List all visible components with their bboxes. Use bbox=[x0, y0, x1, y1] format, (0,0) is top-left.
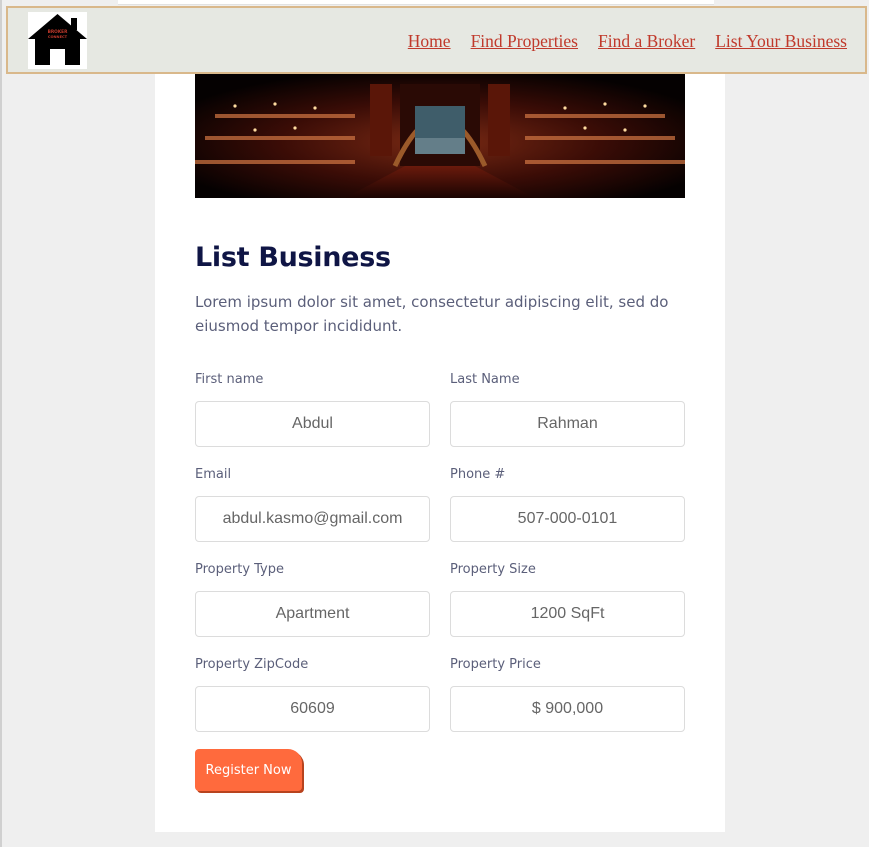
page-title: List Business bbox=[195, 242, 391, 273]
nav-link-home[interactable]: Home bbox=[408, 31, 451, 52]
property-type-label: Property Type bbox=[195, 562, 285, 577]
property-type-field: Property Type Apartment bbox=[195, 562, 430, 637]
nav-links: Home Find Properties Find a Broker List … bbox=[408, 31, 847, 52]
property-price-field: Property Price $ 900,000 bbox=[450, 657, 685, 732]
nav-link-find-properties[interactable]: Find Properties bbox=[471, 31, 578, 52]
property-price-label: Property Price bbox=[450, 657, 541, 672]
first-name-input[interactable]: Abdul bbox=[195, 401, 430, 447]
property-zipcode-field: Property ZipCode 60609 bbox=[195, 657, 430, 732]
window-edge bbox=[0, 0, 2, 847]
first-name-label: First name bbox=[195, 372, 264, 387]
form-card: List Business Lorem ipsum dolor sit amet… bbox=[155, 74, 725, 832]
property-type-input[interactable]: Apartment bbox=[195, 591, 430, 637]
last-name-field: Last Name Rahman bbox=[450, 372, 685, 447]
property-price-input[interactable]: $ 900,000 bbox=[450, 686, 685, 732]
first-name-field: First name Abdul bbox=[195, 372, 430, 447]
intro-text: Lorem ipsum dolor sit amet, consectetur … bbox=[195, 293, 669, 335]
phone-label: Phone # bbox=[450, 467, 506, 482]
last-name-label: Last Name bbox=[450, 372, 520, 387]
email-field: Email abdul.kasmo@gmail.com bbox=[195, 467, 430, 542]
email-input[interactable]: abdul.kasmo@gmail.com bbox=[195, 496, 430, 542]
last-name-input[interactable]: Rahman bbox=[450, 401, 685, 447]
property-size-label: Property Size bbox=[450, 562, 536, 577]
phone-input[interactable]: 507-000-0101 bbox=[450, 496, 685, 542]
navbar: BROKER CONNECT Home Find Properties Find… bbox=[6, 6, 867, 74]
property-zipcode-input[interactable]: 60609 bbox=[195, 686, 430, 732]
nav-link-list-your-business[interactable]: List Your Business bbox=[715, 31, 847, 52]
hero-image bbox=[195, 74, 685, 198]
property-zipcode-label: Property ZipCode bbox=[195, 657, 309, 672]
logo-text-2: CONNECT bbox=[48, 35, 68, 39]
phone-field: Phone # 507-000-0101 bbox=[450, 467, 685, 542]
browser-top-strip bbox=[118, 0, 714, 5]
property-size-input[interactable]: 1200 SqFt bbox=[450, 591, 685, 637]
register-now-button[interactable]: Register Now bbox=[195, 749, 302, 791]
nav-link-find-a-broker[interactable]: Find a Broker bbox=[598, 31, 695, 52]
email-label: Email bbox=[195, 467, 232, 482]
house-icon[interactable]: BROKER CONNECT bbox=[28, 12, 87, 69]
property-size-field: Property Size 1200 SqFt bbox=[450, 562, 685, 637]
